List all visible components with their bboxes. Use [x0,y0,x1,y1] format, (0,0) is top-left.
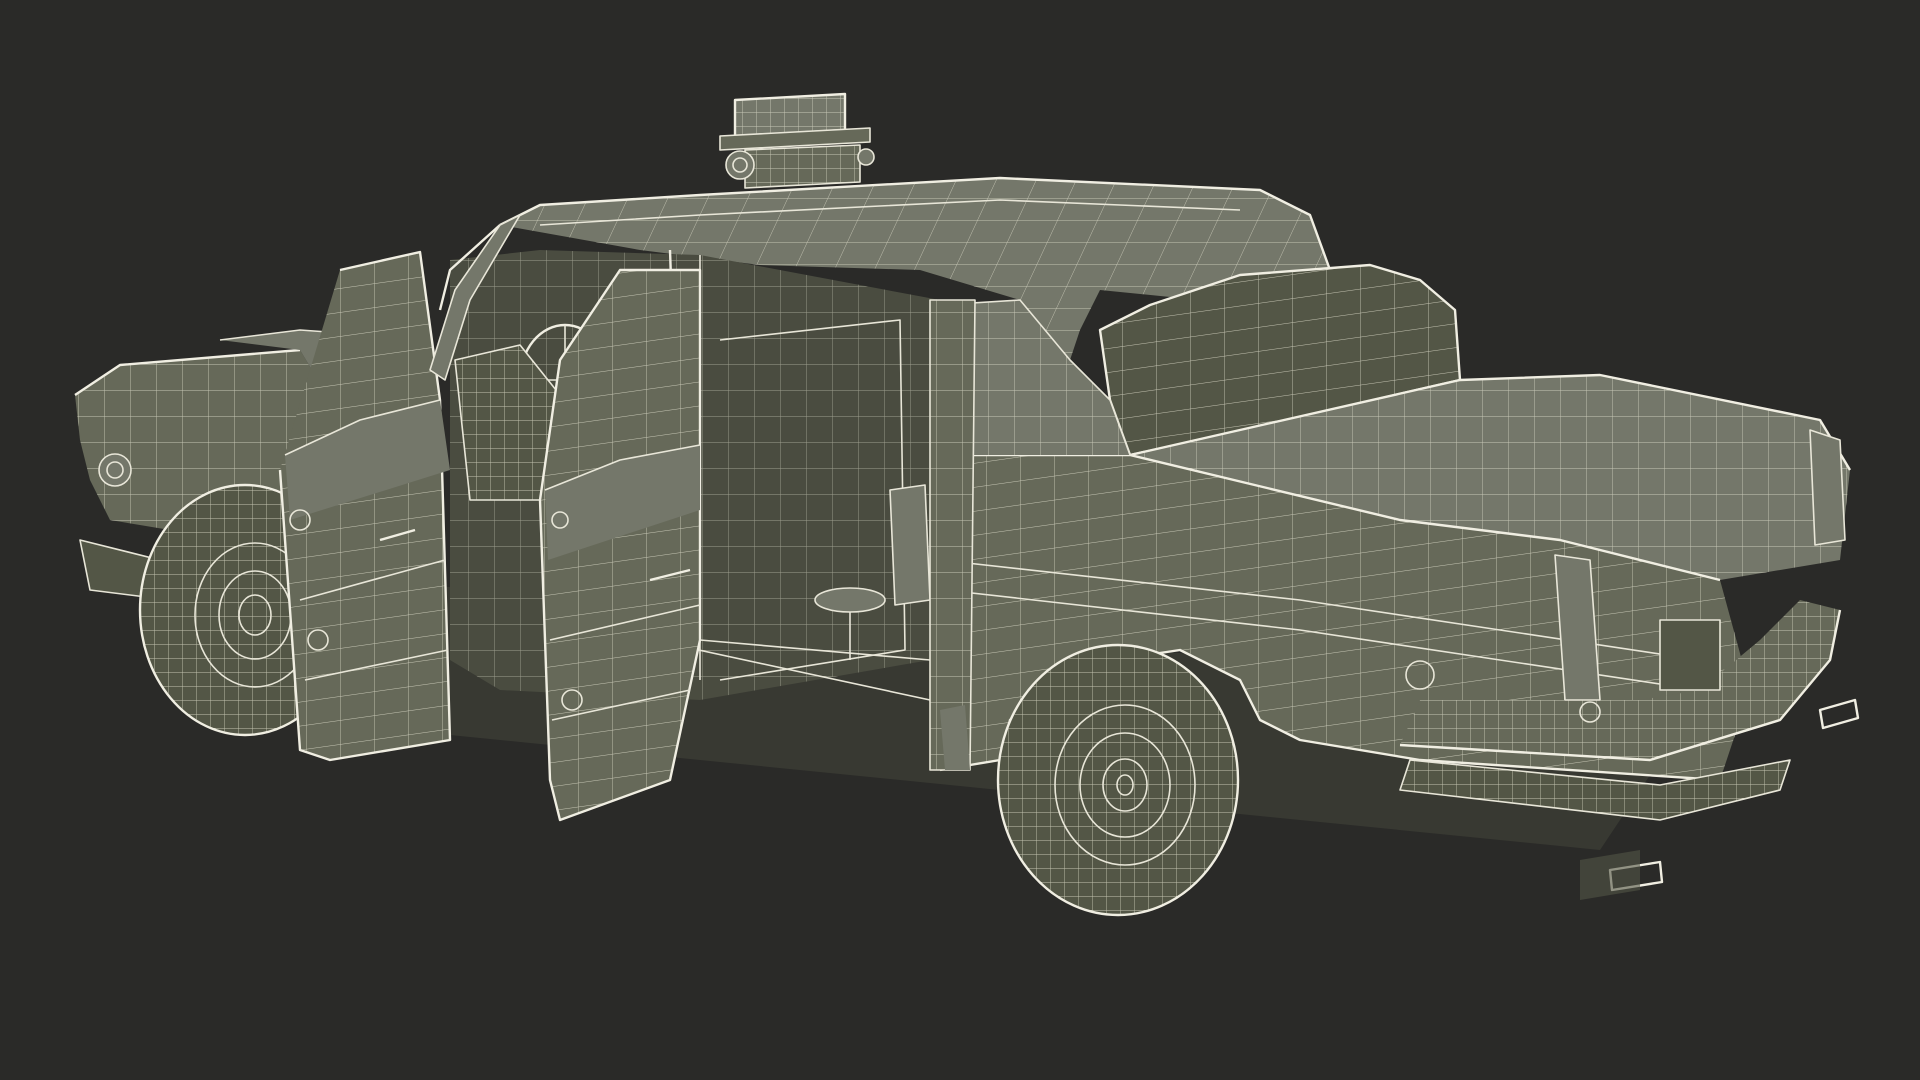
front-door-open [278,250,452,762]
rear-wheel [996,643,1240,917]
rear-door-open [538,268,702,822]
roof-light [719,92,875,189]
wireframe-render [74,92,1860,917]
render-viewport [0,0,1920,1080]
